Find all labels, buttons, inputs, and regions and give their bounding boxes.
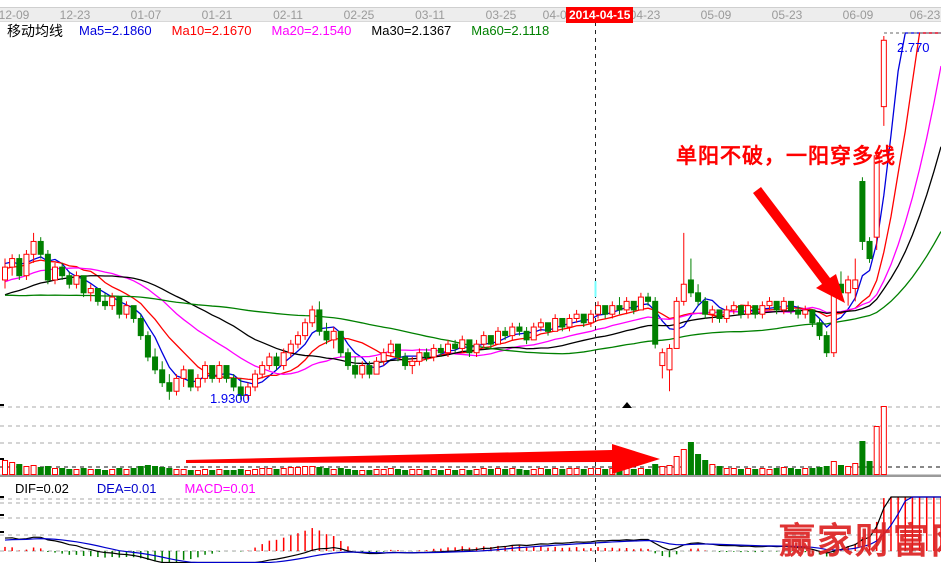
date-label: 01-21 <box>202 8 233 22</box>
ma-legend-title: 移动均线 <box>7 21 63 41</box>
date-label: 06-09 <box>843 8 874 22</box>
date-label: 05-23 <box>772 8 803 22</box>
low-price-label: 1.9300 <box>210 391 250 406</box>
date-label: 06-23 <box>910 8 941 22</box>
macd-legend-item: DEA=0.01 <box>97 481 157 496</box>
date-label: 03-25 <box>486 8 517 22</box>
date-axis: 06-2306-0905-2305-0904-2304-0803-2503-11… <box>0 8 941 22</box>
upper-pane-fragment <box>0 0 941 8</box>
diagonal-arrow <box>753 187 845 303</box>
ma-legend-item: Ma30=2.1367 <box>371 23 451 38</box>
macd-legend-item: MACD=0.01 <box>184 481 255 496</box>
date-label: 12-23 <box>60 8 91 22</box>
date-label: 04-23 <box>630 8 661 22</box>
date-label: 02-11 <box>273 8 303 22</box>
stock-chart-window: 06-2306-0905-2305-0904-2304-0803-2503-11… <box>0 0 941 563</box>
date-label: 05-09 <box>701 8 732 22</box>
ma-legend-item: Ma60=2.1118 <box>471 23 549 38</box>
annotation-callout: 单阳不破，一阳穿多线 <box>676 140 896 170</box>
ma-legend-item: Ma20=2.1540 <box>272 23 352 38</box>
date-label: 01-07 <box>131 8 162 22</box>
date-label: 02-25 <box>344 8 375 22</box>
date-label: 03-11 <box>415 8 445 22</box>
macd-legend: DIF=0.02 DEA=0.01 MACD=0.01 <box>15 480 284 496</box>
ma-legend: 移动均线 Ma5=2.1860 Ma10=2.1670 Ma20=2.1540 Ma3… <box>7 23 569 38</box>
high-price-label: 2.770 <box>897 40 930 55</box>
selected-date-badge: 2014-04-15 <box>566 7 633 23</box>
ma-legend-item: Ma10=2.1670 <box>172 23 252 38</box>
macd-legend-item: DIF=0.02 <box>15 481 69 496</box>
watermark: 赢家财富网 <box>779 512 941 563</box>
candlestick-chart[interactable] <box>0 0 941 563</box>
ma-legend-item: Ma5=2.1860 <box>79 23 152 38</box>
